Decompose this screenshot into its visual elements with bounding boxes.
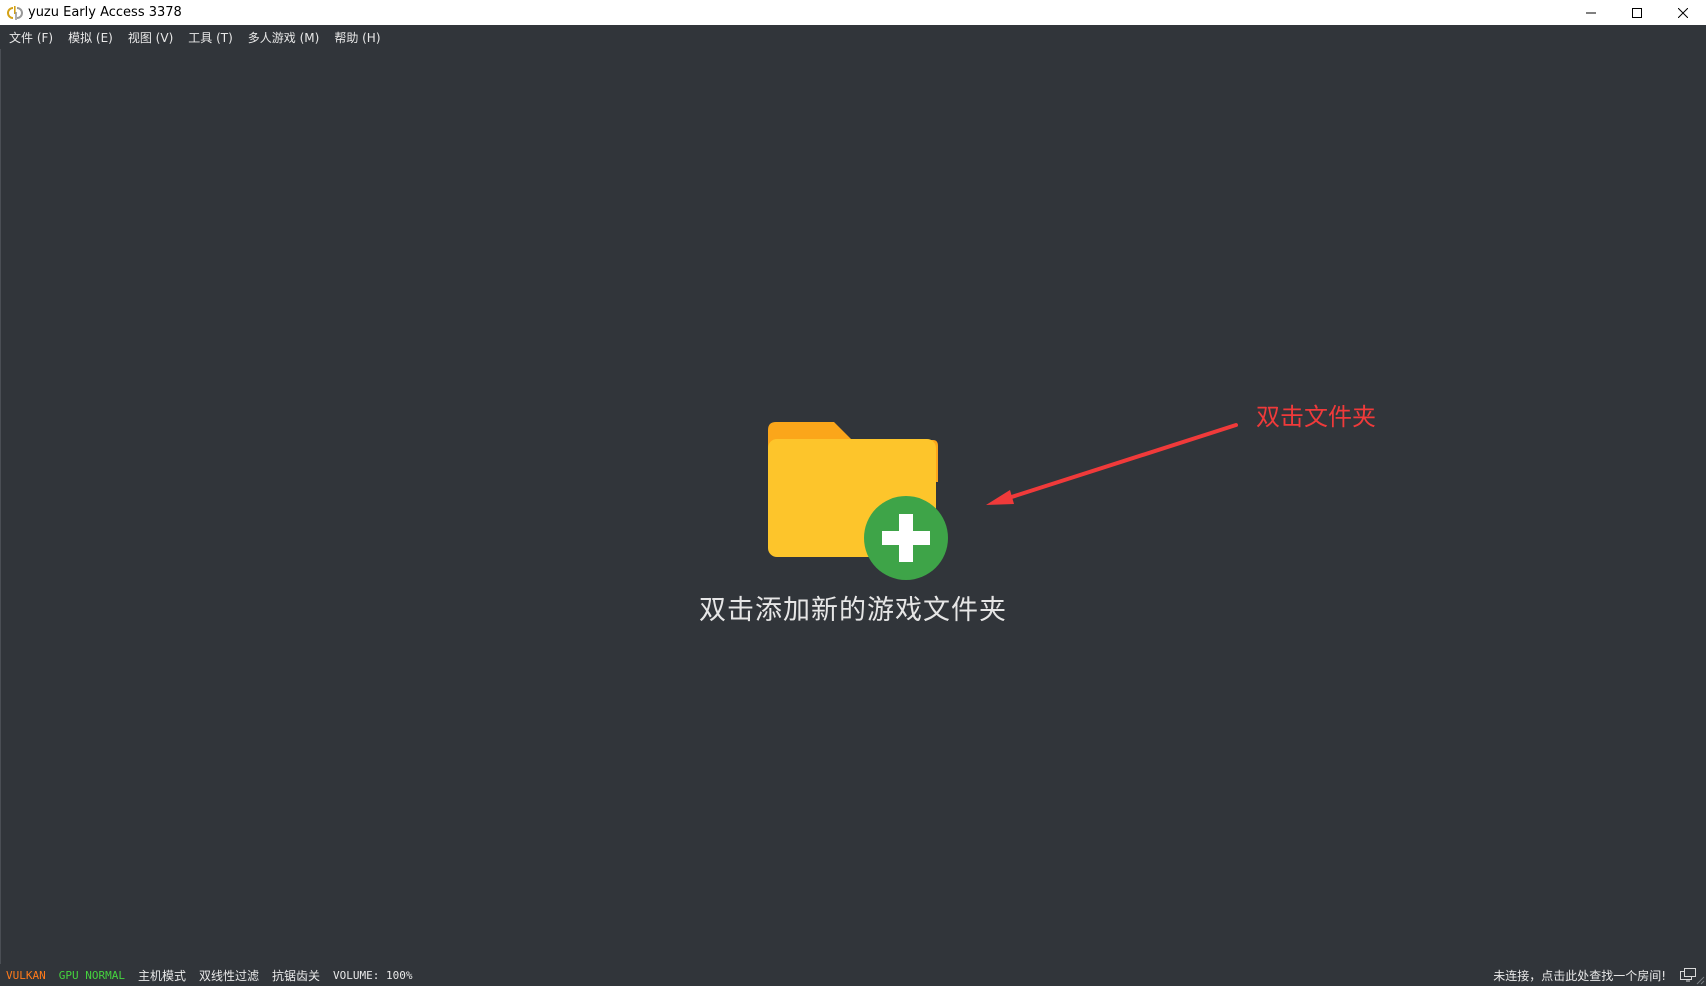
gpu-accuracy-status[interactable]: GPU NORMAL xyxy=(59,969,125,982)
room-status-link[interactable]: 未连接，点击此处查找一个房间! xyxy=(1493,967,1666,984)
renderer-status[interactable]: VULKAN xyxy=(6,969,46,982)
filter-status[interactable]: 双线性过滤 xyxy=(199,967,259,984)
antialiasing-status[interactable]: 抗锯齿关 xyxy=(272,967,320,984)
annotation-label: 双击文件夹 xyxy=(1256,403,1376,431)
game-list-placeholder: 双击添加新的游戏文件夹 xyxy=(0,0,1706,986)
add-folder-icon[interactable] xyxy=(768,422,950,582)
resize-grip-icon[interactable] xyxy=(1695,975,1705,985)
yuzu-main-window: yuzu Early Access 3378 文件 (F) 模拟 (E) 视图 … xyxy=(0,0,1706,986)
add-game-folder-hint[interactable]: 双击添加新的游戏文件夹 xyxy=(553,588,1153,627)
status-bar: VULKAN GPU NORMAL 主机模式 双线性过滤 抗锯齿关 VOLUME… xyxy=(0,964,1706,986)
multiplayer-room-icon[interactable] xyxy=(1680,968,1696,982)
status-bar-right: 未连接，点击此处查找一个房间! xyxy=(1493,964,1696,986)
annotation-arrow xyxy=(986,423,1238,505)
volume-status[interactable]: VOLUME: 100% xyxy=(333,969,412,982)
dock-mode-status[interactable]: 主机模式 xyxy=(138,967,186,984)
